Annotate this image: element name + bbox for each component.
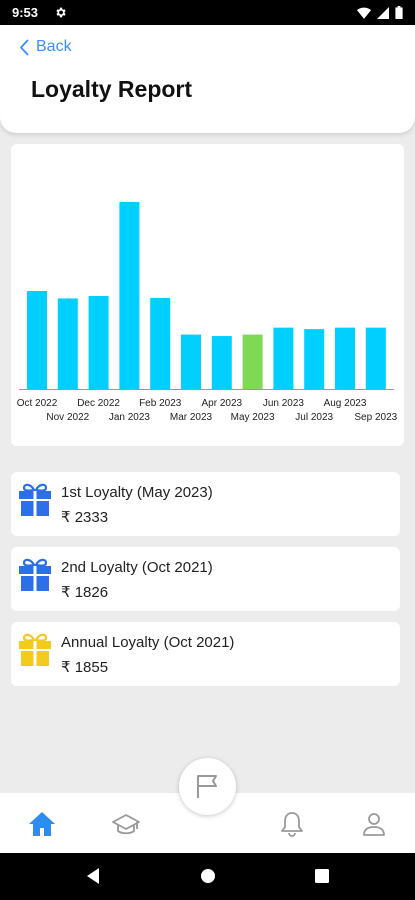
x-tick-label: Feb 2023 bbox=[139, 398, 182, 409]
x-tick-label: Sep 2023 bbox=[354, 412, 397, 423]
gift-icon bbox=[19, 483, 51, 516]
chart-bar[interactable] bbox=[211, 336, 232, 389]
x-tick-label: Aug 2023 bbox=[324, 398, 367, 409]
chart-bar[interactable] bbox=[150, 297, 171, 389]
status-icons bbox=[357, 6, 403, 19]
loyalty-name: Annual Loyalty (Oct 2021) bbox=[61, 634, 235, 651]
flag-button[interactable] bbox=[179, 758, 236, 815]
x-tick-label: Dec 2022 bbox=[77, 398, 120, 409]
home-icon[interactable] bbox=[27, 810, 57, 838]
x-tick-label: Apr 2023 bbox=[202, 398, 243, 409]
battery-icon bbox=[395, 6, 403, 19]
chart-bar[interactable] bbox=[304, 329, 325, 389]
loyalty-amount: ₹ 2333 bbox=[61, 509, 109, 526]
chart-bar[interactable] bbox=[242, 334, 263, 389]
page-title: Loyalty Report bbox=[31, 76, 193, 102]
loyalty-chart-card: Oct 2022 Nov 2022 Dec 2022 Jan 2023 Feb 2023… bbox=[11, 144, 404, 446]
loyalty-name: 2nd Loyalty (Oct 2021) bbox=[61, 559, 213, 576]
x-tick-label: May 2023 bbox=[231, 412, 275, 423]
loyalty-amount: ₹ 1826 bbox=[61, 584, 109, 601]
chart-bar[interactable] bbox=[335, 327, 355, 389]
loyalty-item-annual[interactable]: Annual Loyalty (Oct 2021) ₹ 1855 bbox=[11, 622, 400, 686]
user-icon[interactable] bbox=[359, 810, 389, 838]
chart-bar[interactable] bbox=[57, 298, 78, 389]
chart-bar[interactable] bbox=[88, 295, 109, 389]
flag-icon bbox=[197, 775, 217, 798]
graduation-cap-icon[interactable] bbox=[111, 810, 141, 838]
x-tick-label: Oct 2022 bbox=[17, 398, 58, 409]
x-tick-label: Jun 2023 bbox=[263, 398, 305, 409]
back-button[interactable]: Back bbox=[19, 38, 72, 56]
recents-square-icon[interactable] bbox=[314, 867, 330, 885]
x-tick-label: Jul 2023 bbox=[295, 412, 333, 423]
home-circle-icon[interactable] bbox=[200, 867, 216, 885]
chart-bar[interactable] bbox=[27, 291, 47, 389]
chart-bar[interactable] bbox=[119, 201, 140, 389]
loyalty-item-1st[interactable]: 1st Loyalty (May 2023) ₹ 2333 bbox=[11, 472, 400, 536]
chart-bar[interactable] bbox=[181, 334, 201, 389]
back-label: Back bbox=[36, 38, 72, 55]
status-time: 9:53 bbox=[12, 5, 39, 20]
chart-bar[interactable] bbox=[365, 327, 386, 389]
back-triangle-icon[interactable] bbox=[85, 867, 101, 885]
gift-icon bbox=[19, 633, 51, 666]
header: Back Loyalty Report bbox=[0, 25, 415, 133]
loyalty-name: 1st Loyalty (May 2023) bbox=[61, 484, 213, 501]
x-tick-label: Mar 2023 bbox=[170, 412, 213, 423]
chevron-left-icon bbox=[20, 39, 29, 55]
signal-icon bbox=[377, 6, 389, 19]
settings-gear-icon bbox=[56, 7, 66, 18]
x-tick-label: Jan 2023 bbox=[109, 412, 151, 423]
loyalty-amount: ₹ 1855 bbox=[61, 659, 109, 676]
wifi-icon bbox=[357, 7, 371, 19]
loyalty-item-2nd[interactable]: 2nd Loyalty (Oct 2021) ₹ 1826 bbox=[11, 547, 400, 611]
x-tick-label: Nov 2022 bbox=[46, 412, 89, 423]
bell-icon[interactable] bbox=[277, 810, 307, 838]
gift-icon bbox=[19, 558, 51, 591]
loyalty-bar-chart: Oct 2022 Nov 2022 Dec 2022 Jan 2023 Feb 2023… bbox=[17, 201, 398, 423]
system-nav-bar bbox=[0, 853, 415, 900]
chart-bar[interactable] bbox=[273, 327, 294, 389]
